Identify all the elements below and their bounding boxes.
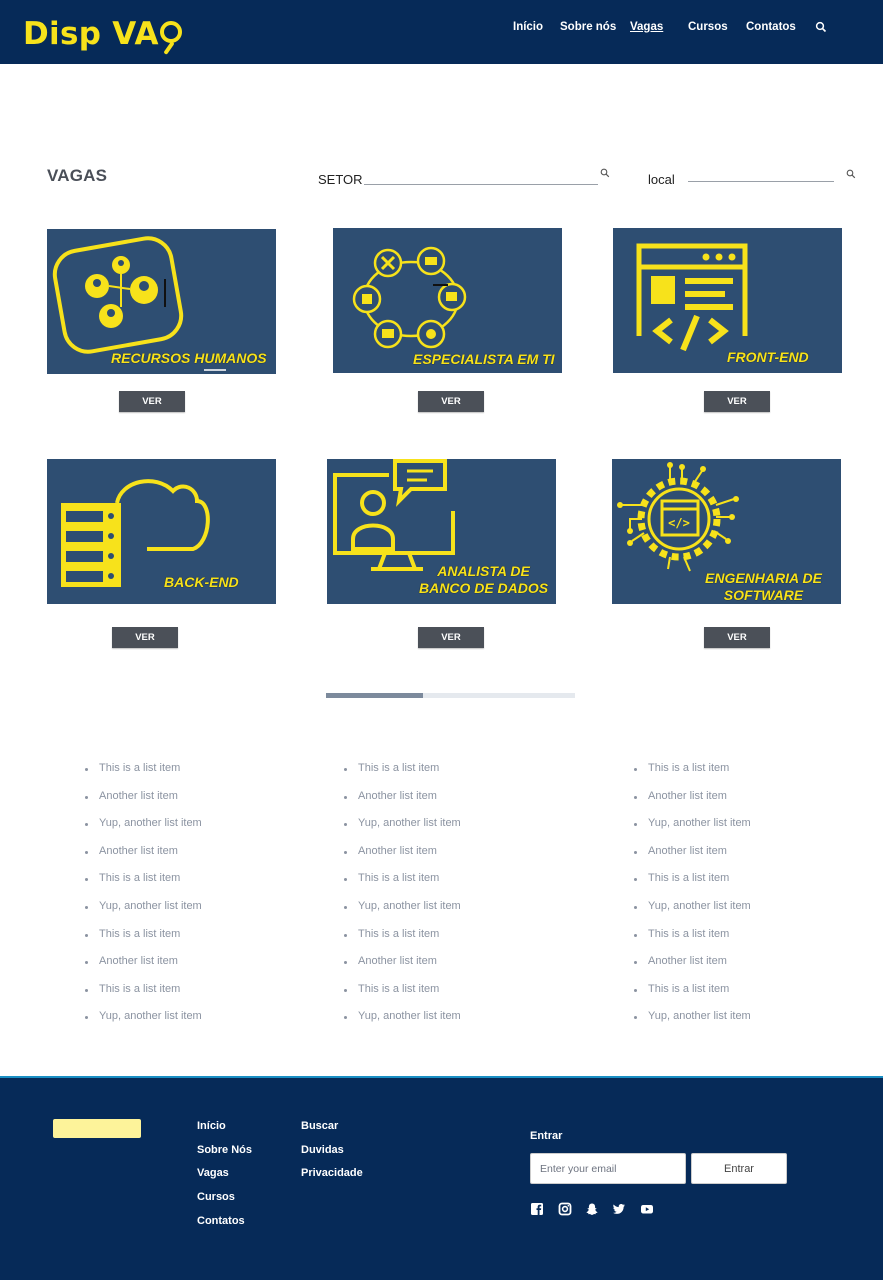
list-item: This is a list item [343,928,461,956]
page: Disp VA Início Sobre nós Vagas Cursos Co… [0,0,883,1280]
ver-button-recursos-humanos[interactable]: VER [119,391,185,412]
nav-sobre-nos[interactable]: Sobre nós [560,21,616,33]
list-item: Yup, another list item [84,817,202,845]
list-item: Yup, another list item [633,900,751,928]
nav-inicio[interactable]: Início [513,21,543,33]
carousel-progress[interactable] [326,693,575,698]
footer-logo[interactable] [53,1119,141,1138]
card-caption-analista-banco-dados: ANALISTA DE BANCO DE DADOS [419,563,548,597]
list-item: Another list item [633,790,751,818]
footer-link-contatos[interactable]: Contatos [197,1215,245,1227]
list-item: This is a list item [84,762,202,790]
list-item: Another list item [343,845,461,873]
list-item: Yup, another list item [84,900,202,928]
card-caption-recursos-humanos: RECURSOS HUMANOS [111,350,267,366]
footer-link-privacidade[interactable]: Privacidade [301,1167,363,1179]
server-cloud-icon [61,479,210,587]
card-caption-front-end: FRONT-END [727,349,809,365]
search-icon[interactable] [815,21,827,33]
twitter-icon[interactable] [612,1202,626,1216]
setor-input[interactable] [364,184,598,185]
logo-text: Disp VA [23,16,159,52]
entrar-heading: Entrar [530,1130,563,1142]
list-item: Yup, another list item [343,900,461,928]
list-column-3: This is a list item Another list item Yup,… [633,762,751,1038]
list-item: Yup, another list item [633,817,751,845]
ver-button-back-end[interactable]: VER [112,627,178,648]
ver-button-analista-banco-dados[interactable]: VER [418,627,484,648]
caption-line-2: BANCO DE DADOS [419,580,549,596]
carousel-progress-fill [326,693,424,698]
list-item: Another list item [633,955,751,983]
nav-contatos[interactable]: Contatos [746,21,796,33]
list-item: Another list item [343,790,461,818]
email-input[interactable] [530,1153,686,1184]
list-item: Yup, another list item [84,1010,202,1038]
list-item: Another list item [343,955,461,983]
list-item: This is a list item [343,762,461,790]
setor-search-icon[interactable] [600,168,610,178]
card-caption-back-end: BACK-END [164,574,239,590]
list-item: Yup, another list item [633,1010,751,1038]
youtube-icon[interactable] [640,1202,654,1216]
footer-link-sobre-nos[interactable]: Sobre Nós [197,1144,252,1156]
setor-label: SETOR [318,172,363,187]
list-item: Yup, another list item [343,817,461,845]
list-item: Yup, another list item [343,1010,461,1038]
local-label: local [648,172,675,187]
list-item: Another list item [633,845,751,873]
caption-line-1: ENGENHARIA DE [705,570,822,586]
magnifier-g-icon [159,21,182,43]
logo[interactable]: Disp VA [23,12,182,56]
caption-line-1: ANALISTA DE [437,563,530,579]
facebook-icon[interactable] [530,1202,544,1216]
list-item: Another list item [84,790,202,818]
page-title: VAGAS [47,166,108,185]
list-item: This is a list item [84,983,202,1011]
list-item: This is a list item [633,928,751,956]
snapchat-icon[interactable] [585,1202,599,1216]
list-item: This is a list item [633,762,751,790]
footer-link-buscar[interactable]: Buscar [301,1120,338,1132]
local-search-icon[interactable] [846,169,856,179]
nav-vagas[interactable]: Vagas [630,21,663,33]
nav-cursos[interactable]: Cursos [688,21,728,33]
footer-link-cursos[interactable]: Cursos [197,1191,235,1203]
card-caption-engenharia-software: ENGENHARIA DE SOFTWARE [705,570,822,604]
list-item: This is a list item [633,983,751,1011]
caption-line-2: SOFTWARE [723,587,804,603]
footer-link-duvidas[interactable]: Duvidas [301,1144,344,1156]
card-caption-especialista-ti: ESPECIALISTA EM TI [413,351,555,367]
list-item: Another list item [84,955,202,983]
footer-link-vagas[interactable]: Vagas [197,1167,229,1179]
ver-button-front-end[interactable]: VER [704,391,770,412]
list-item: Another list item [84,845,202,873]
site-header: Disp VA Início Sobre nós Vagas Cursos Co… [0,0,883,64]
list-item: This is a list item [84,872,202,900]
list-item: This is a list item [633,872,751,900]
ver-button-engenharia-software[interactable]: VER [704,627,770,648]
list-item: This is a list item [343,872,461,900]
list-column-1: This is a list item Another list item Yup,… [84,762,202,1038]
list-item: This is a list item [84,928,202,956]
footer-link-inicio[interactable]: Início [197,1120,226,1132]
entrar-button[interactable]: Entrar [691,1153,787,1184]
list-column-2: This is a list item Another list item Yup,… [343,762,461,1038]
instagram-icon[interactable] [558,1202,572,1216]
local-input[interactable] [688,181,834,182]
list-item: This is a list item [343,983,461,1011]
svg-text:</>: </> [668,516,690,530]
ver-button-especialista-ti[interactable]: VER [418,391,484,412]
site-footer: Início Sobre Nós Vagas Cursos Contatos B… [0,1076,883,1280]
job-card-back-end[interactable] [47,459,276,604]
